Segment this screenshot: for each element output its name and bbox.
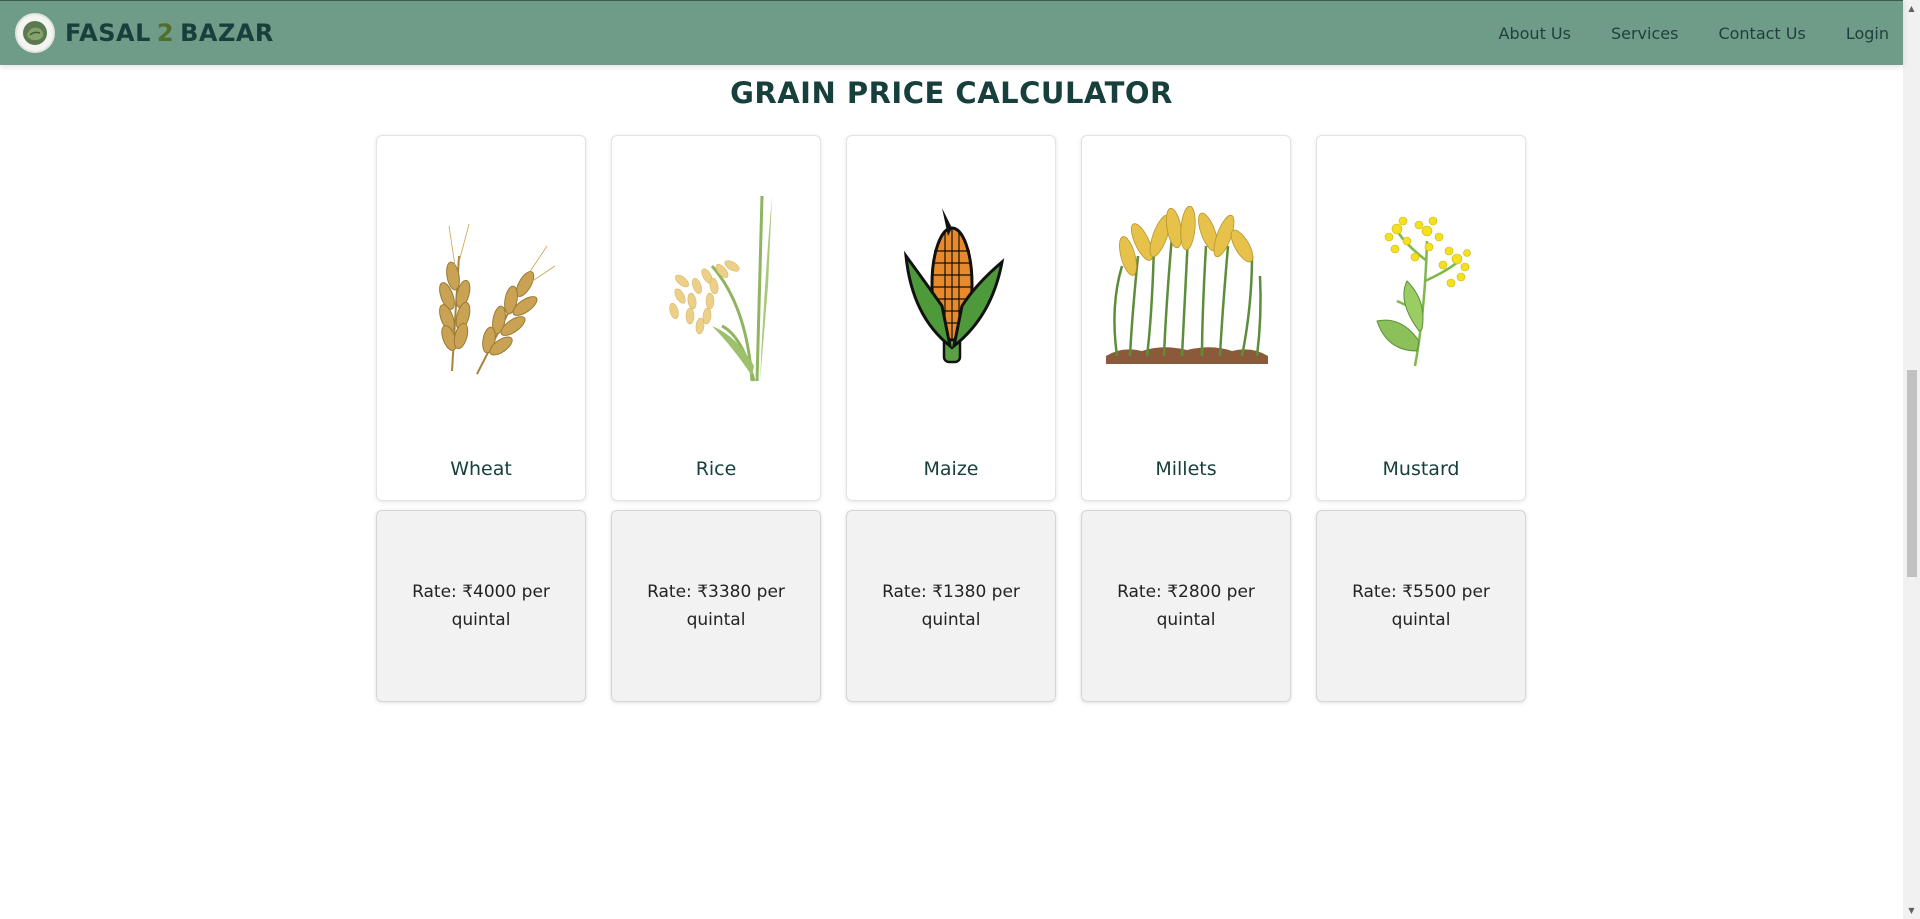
scrollbar-thumb[interactable] xyxy=(1907,370,1917,577)
brand[interactable]: FASAL 2 BAZAR xyxy=(15,13,274,53)
rate-card-millets: Rate: ₹2800 per quintal xyxy=(1081,510,1291,702)
brand-name: FASAL 2 BAZAR xyxy=(65,19,274,47)
grain-card-wheat[interactable]: Wheat xyxy=(376,135,586,501)
brand-logo-icon xyxy=(15,13,55,53)
grain-name: Wheat xyxy=(450,458,512,480)
vertical-scrollbar[interactable]: ▲ ▼ xyxy=(1903,0,1920,919)
grain-card-rice[interactable]: Rice xyxy=(611,135,821,501)
rate-card-mustard: Rate: ₹5500 per quintal xyxy=(1316,510,1526,702)
rate-card-rice: Rate: ₹3380 per quintal xyxy=(611,510,821,702)
grain-name: Maize xyxy=(923,458,979,480)
scroll-up-arrow-icon[interactable]: ▲ xyxy=(1903,0,1920,17)
navbar: FASAL 2 BAZAR About Us Services Contact Us… xyxy=(0,0,1903,65)
brand-part3: BAZAR xyxy=(180,19,274,47)
nav-link-login[interactable]: Login xyxy=(1846,24,1889,43)
nav-link-contact-us[interactable]: Contact Us xyxy=(1718,24,1805,43)
grain-name: Rice xyxy=(695,458,737,480)
millets-icon xyxy=(1082,186,1292,386)
nav-links: About Us Services Contact Us Login xyxy=(1459,24,1889,43)
page-title: GRAIN PRICE CALCULATOR xyxy=(730,76,1173,110)
grain-name: Mustard xyxy=(1382,458,1460,480)
grain-card-mustard[interactable]: Mustard xyxy=(1316,135,1526,501)
nav-link-services[interactable]: Services xyxy=(1611,24,1678,43)
wheat-icon xyxy=(377,186,587,386)
scroll-down-arrow-icon[interactable]: ▼ xyxy=(1903,902,1920,919)
rate-card-maize: Rate: ₹1380 per quintal xyxy=(846,510,1056,702)
rate-card-wheat: Rate: ₹4000 per quintal xyxy=(376,510,586,702)
maize-icon xyxy=(847,186,1057,386)
mustard-icon xyxy=(1317,186,1527,386)
grain-card-millets[interactable]: Millets xyxy=(1081,135,1291,501)
grain-name: Millets xyxy=(1155,458,1217,480)
rice-icon xyxy=(612,186,822,386)
nav-link-about-us[interactable]: About Us xyxy=(1499,24,1571,43)
grain-card-maize[interactable]: Maize xyxy=(846,135,1056,501)
brand-part1: FASAL xyxy=(65,19,151,47)
brand-part2: 2 xyxy=(156,19,175,47)
